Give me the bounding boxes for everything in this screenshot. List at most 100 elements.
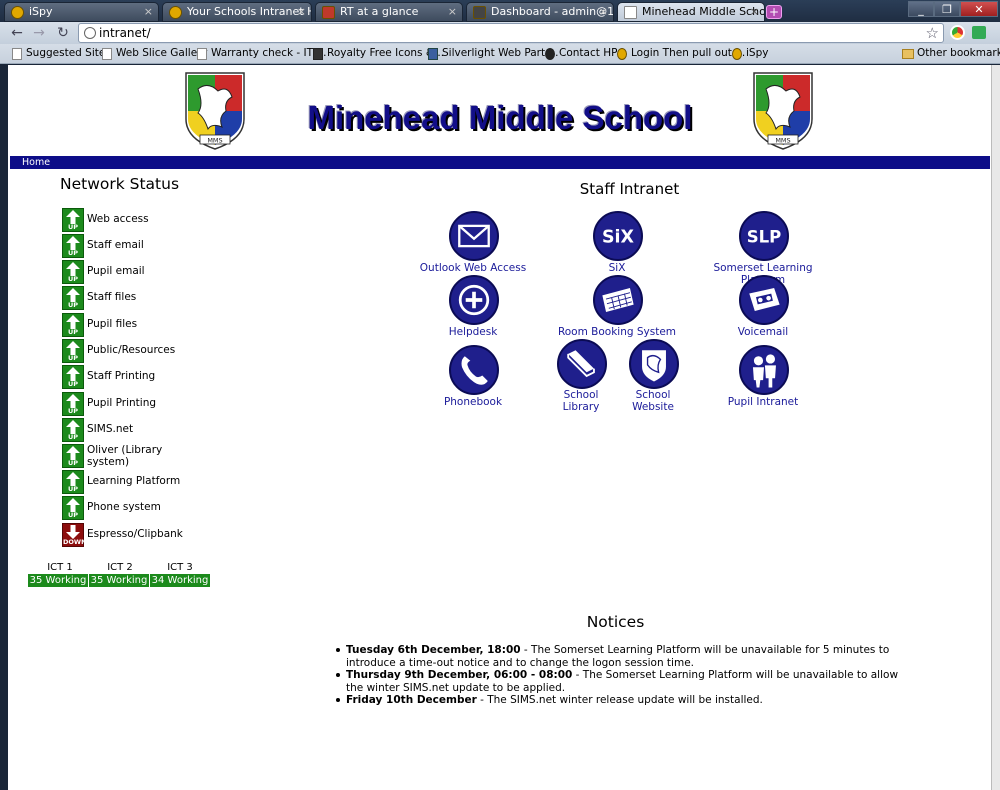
ict-room-status: 35 Working (28, 574, 88, 587)
link-label: School Website (632, 389, 674, 413)
url-input[interactable] (99, 25, 899, 41)
silverlight-icon (428, 48, 438, 60)
bookmark-suggested-sites[interactable]: Suggested Sites (12, 47, 111, 60)
bookmark-label: Silverlight Web Part ... (442, 47, 559, 59)
close-icon[interactable]: × (297, 3, 306, 21)
status-text: UP (67, 407, 79, 415)
status-label: Pupil email (87, 265, 145, 277)
status-row: DOWN Espresso/Clipbank (62, 523, 262, 547)
page-scrollbar[interactable] (991, 65, 1000, 790)
ict-room-status: 35 Working (89, 574, 149, 587)
slp-icon: SLP (739, 211, 789, 261)
school-crest-left: MMS (185, 72, 245, 150)
other-bookmarks[interactable]: Other bookmarks (902, 47, 1000, 59)
ispy-icon (169, 6, 182, 19)
status-text: UP (67, 328, 79, 336)
close-icon[interactable]: × (448, 3, 457, 21)
status-row: UP Pupil email (62, 260, 262, 284)
rt-icon (322, 6, 335, 19)
bookmark-label: Web Slice Gallery (116, 47, 208, 59)
bookmark-web-slice-gallery[interactable]: Web Slice Gallery (102, 47, 208, 60)
tab-ispy[interactable]: iSpy × (4, 2, 159, 22)
bookmark-login[interactable]: Login Then pull out ... (617, 47, 745, 60)
tab-intranet-home[interactable]: Your Schools Intranet Ho... × (162, 2, 312, 22)
status-label: Web access (87, 213, 149, 225)
status-row: UP Learning Platform (62, 470, 262, 494)
bookmark-royalty-free-icons[interactable]: Royalty Free Icons &... (313, 47, 445, 60)
page-icon (102, 48, 112, 60)
page-title: Minehead Middle School (307, 99, 693, 136)
status-label: Staff email (87, 239, 144, 251)
chrome-icon[interactable] (950, 25, 965, 40)
bookmarks-bar: Suggested Sites Web Slice Gallery Warran… (0, 44, 1000, 64)
six-icon-text: SiX (602, 227, 635, 247)
network-status-title: Network Status (60, 175, 180, 193)
tab-strip: iSpy × Your Schools Intranet Ho... × RT … (0, 0, 1000, 22)
tab-title: Minehead Middle School... (642, 5, 765, 18)
dashboard-icon (473, 6, 486, 19)
status-up-icon: UP (62, 208, 84, 232)
minimize-button[interactable]: _ (908, 1, 934, 17)
status-row: UP Oliver (Library system) (62, 444, 262, 468)
bookmark-label: Warranty check - IT ... (211, 47, 327, 59)
status-down-icon: DOWN (62, 523, 87, 547)
bookmark-warranty-check[interactable]: Warranty check - IT ... (197, 47, 327, 60)
picture-icon (313, 48, 323, 60)
bookmark-silverlight-web-part[interactable]: Silverlight Web Part ... (428, 47, 559, 60)
status-label: Espresso/Clipbank (87, 528, 183, 540)
status-up-icon: UP (62, 260, 84, 284)
address-bar[interactable]: ☆ (78, 23, 944, 43)
hp-icon (545, 48, 555, 60)
status-text: UP (67, 275, 79, 283)
notices-title: Notices (586, 613, 645, 631)
close-icon[interactable]: × (144, 3, 153, 21)
bookmark-ispy[interactable]: iSpy (732, 47, 768, 60)
book-icon (557, 339, 607, 389)
tab-minehead[interactable]: Minehead Middle School... × (617, 2, 765, 22)
status-row: UP Staff files (62, 286, 262, 310)
status-up-icon: UP (62, 339, 84, 363)
status-row: UP Pupil files (62, 313, 262, 337)
close-icon[interactable]: × (599, 3, 608, 21)
status-text: UP (67, 354, 79, 362)
plus-icon (449, 275, 499, 325)
wrench-icon[interactable] (972, 26, 986, 39)
ict-room-name: ICT 3 (167, 562, 193, 573)
status-row: UP Web access (62, 208, 262, 232)
forward-button[interactable]: → (30, 24, 48, 42)
notice-date: Tuesday 6th December, 18:00 (346, 644, 521, 656)
link-label: SiX (608, 262, 626, 274)
link-label: Outlook Web Access (419, 262, 527, 274)
status-up-icon: UP (62, 470, 84, 494)
nav-home-link[interactable]: Home (22, 156, 50, 169)
status-row: UP Staff Printing (62, 365, 262, 389)
bookmark-label: Royalty Free Icons &... (327, 47, 445, 59)
status-label: Pupil files (87, 318, 138, 330)
bookmark-star-icon[interactable]: ☆ (926, 24, 939, 42)
tab-dashboard[interactable]: Dashboard - admin@10.5... × (466, 2, 614, 22)
back-button[interactable]: ← (8, 24, 26, 42)
close-icon[interactable]: × (750, 3, 759, 21)
ict-room-name: ICT 2 (107, 562, 133, 573)
status-label: Phone system (87, 501, 161, 513)
restore-button[interactable]: ❐ (934, 1, 960, 17)
status-text: UP (67, 249, 79, 257)
status-up-icon: UP (62, 234, 84, 258)
status-label: Staff Printing (87, 370, 156, 382)
tab-rt[interactable]: RT at a glance × (315, 2, 463, 22)
globe-icon (84, 27, 96, 39)
status-row: UP SIMS.net (62, 418, 262, 442)
bookmark-contact-hp[interactable]: Contact HP (545, 47, 618, 60)
new-tab-button[interactable]: + (766, 5, 782, 19)
bookmark-label: Contact HP (559, 47, 618, 59)
ict-room-name: ICT 1 (47, 562, 73, 573)
status-label: Learning Platform (87, 475, 181, 487)
tab-title: Dashboard - admin@10.5... (491, 5, 614, 18)
notices-list: Tuesday 6th December, 18:00 - The Somers… (336, 644, 916, 707)
window-close-button[interactable]: ✕ (960, 1, 998, 17)
crest-text: MMS (207, 137, 222, 145)
cassette-icon (739, 275, 789, 325)
status-text: UP (67, 301, 79, 309)
ispy-icon (11, 6, 24, 19)
reload-button[interactable]: ↻ (54, 24, 72, 42)
